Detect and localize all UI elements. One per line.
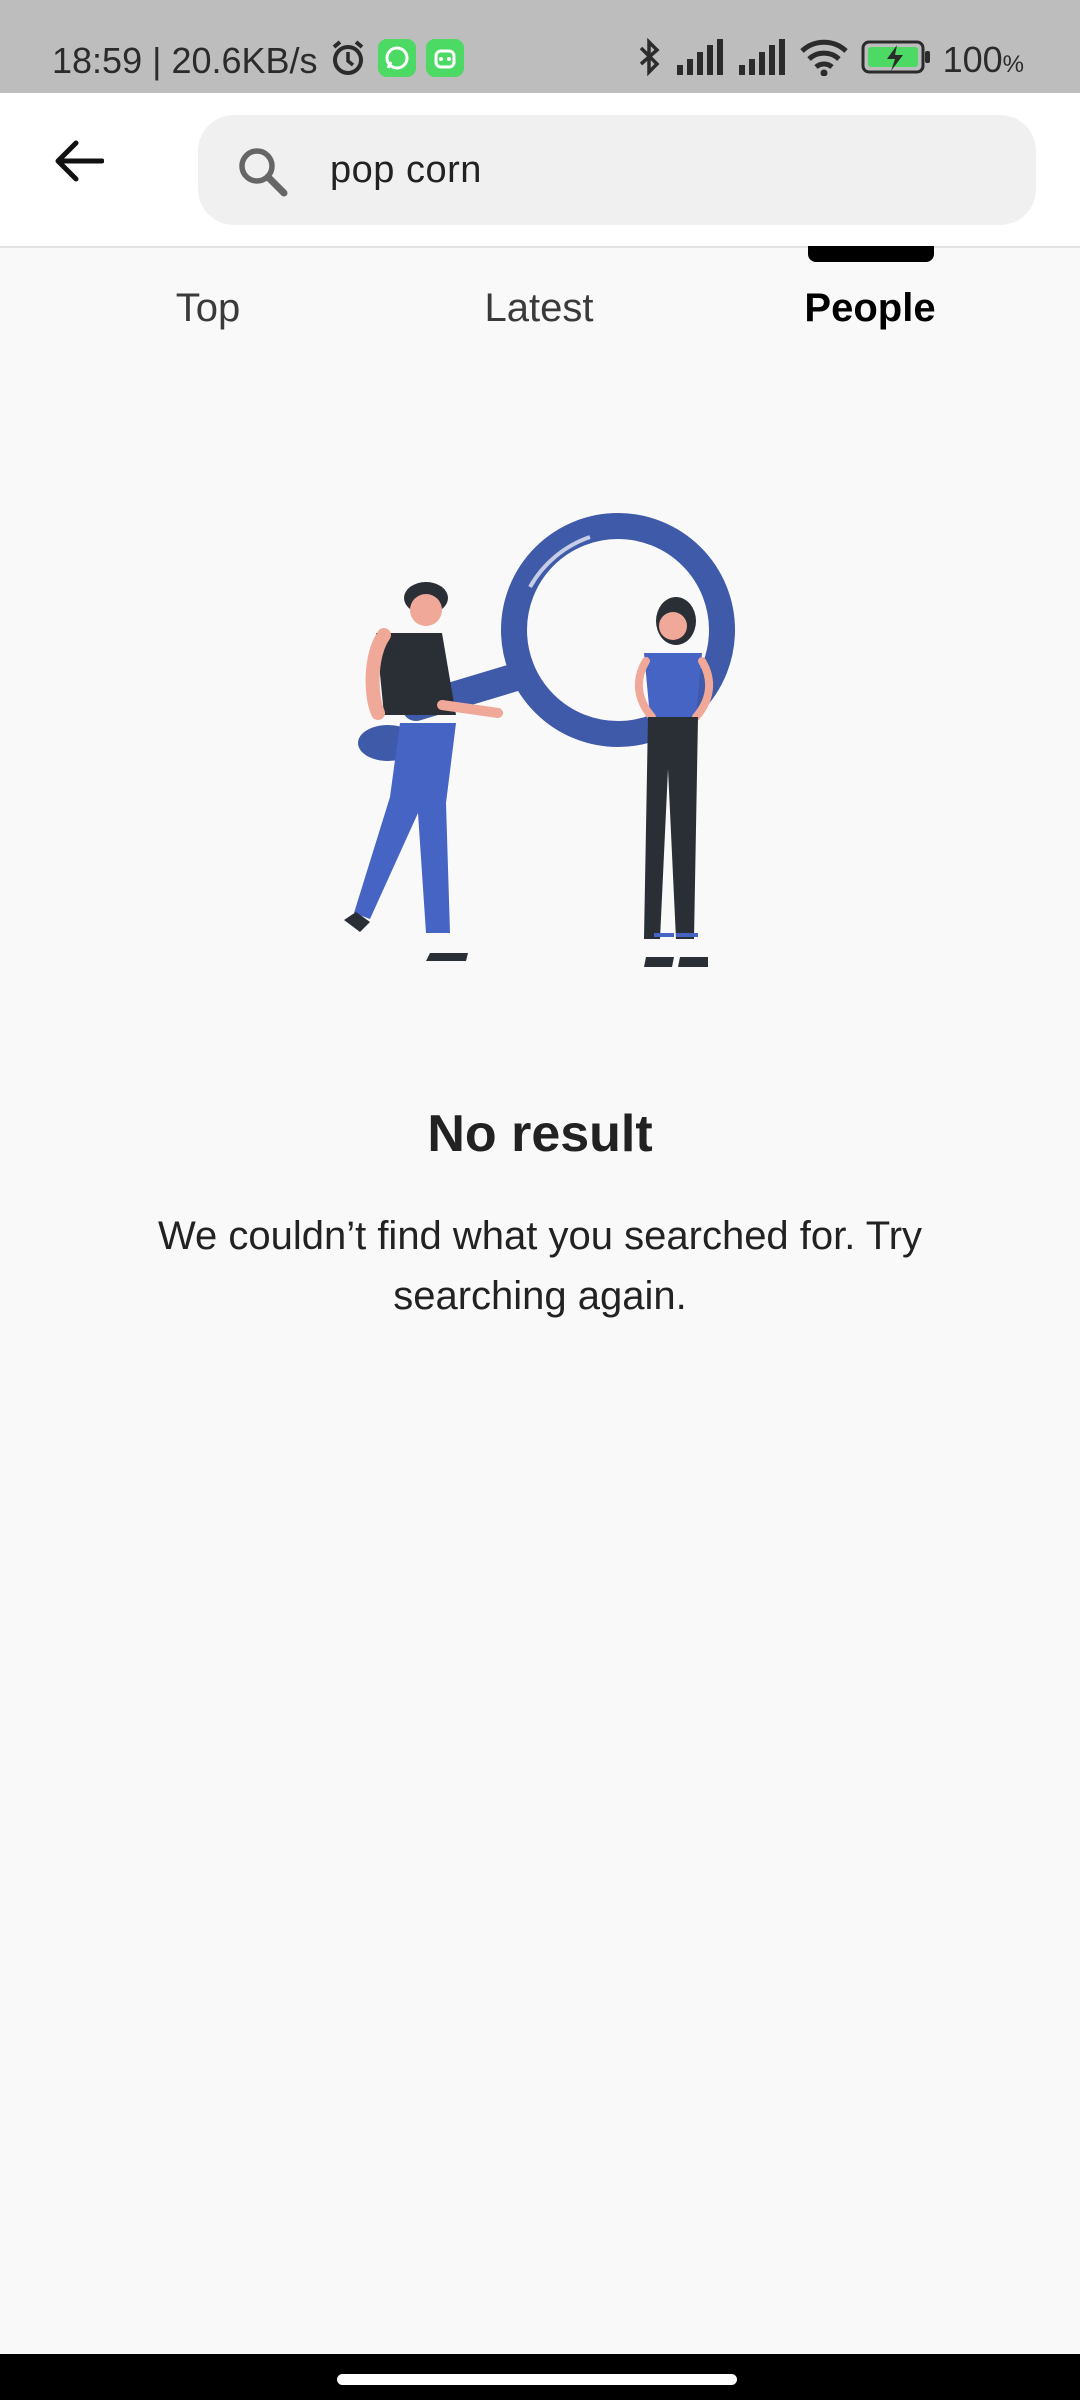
- app-bar: pop corn: [0, 93, 1080, 248]
- tab-people[interactable]: People: [705, 286, 1035, 331]
- search-input[interactable]: pop corn: [198, 115, 1036, 225]
- search-icon: [236, 145, 290, 204]
- whatsapp-icon: [377, 39, 416, 83]
- empty-state-message: We couldn’t find what you searched for. …: [157, 1214, 923, 1318]
- search-query[interactable]: pop corn: [330, 115, 482, 225]
- tab-latest[interactable]: Latest: [374, 286, 704, 331]
- battery-percent: 100: [942, 38, 1003, 80]
- bluetooth-icon: [637, 36, 663, 83]
- empty-state-title: No result: [427, 1105, 653, 1163]
- tab-top[interactable]: Top: [43, 286, 373, 331]
- status-bar: 18:59 | 20.6KB/s 100%: [0, 0, 1080, 93]
- wifi-icon: [799, 38, 849, 81]
- alarm-icon: [328, 38, 368, 84]
- time-and-speed: 18:59 | 20.6KB/s: [52, 40, 318, 81]
- battery-level: 100%: [942, 38, 1024, 80]
- tab-bar: Top Latest People: [0, 246, 1080, 376]
- status-right: 100%: [637, 36, 1024, 83]
- back-button[interactable]: [44, 129, 112, 197]
- battery-charging-icon: [861, 39, 931, 80]
- battery-unit: %: [1002, 50, 1024, 78]
- arrow-left-icon: [52, 139, 105, 188]
- signal-icon: [737, 39, 787, 80]
- home-indicator[interactable]: [337, 2374, 737, 2385]
- status-left: 18:59 | 20.6KB/s: [52, 38, 464, 84]
- system-navigation-bar: [0, 2354, 1080, 2400]
- people-with-magnifying-glass-illustration: [330, 505, 750, 975]
- app-notification-icon: [425, 39, 464, 83]
- signal-icon: [675, 39, 725, 80]
- active-tab-indicator: [808, 246, 934, 262]
